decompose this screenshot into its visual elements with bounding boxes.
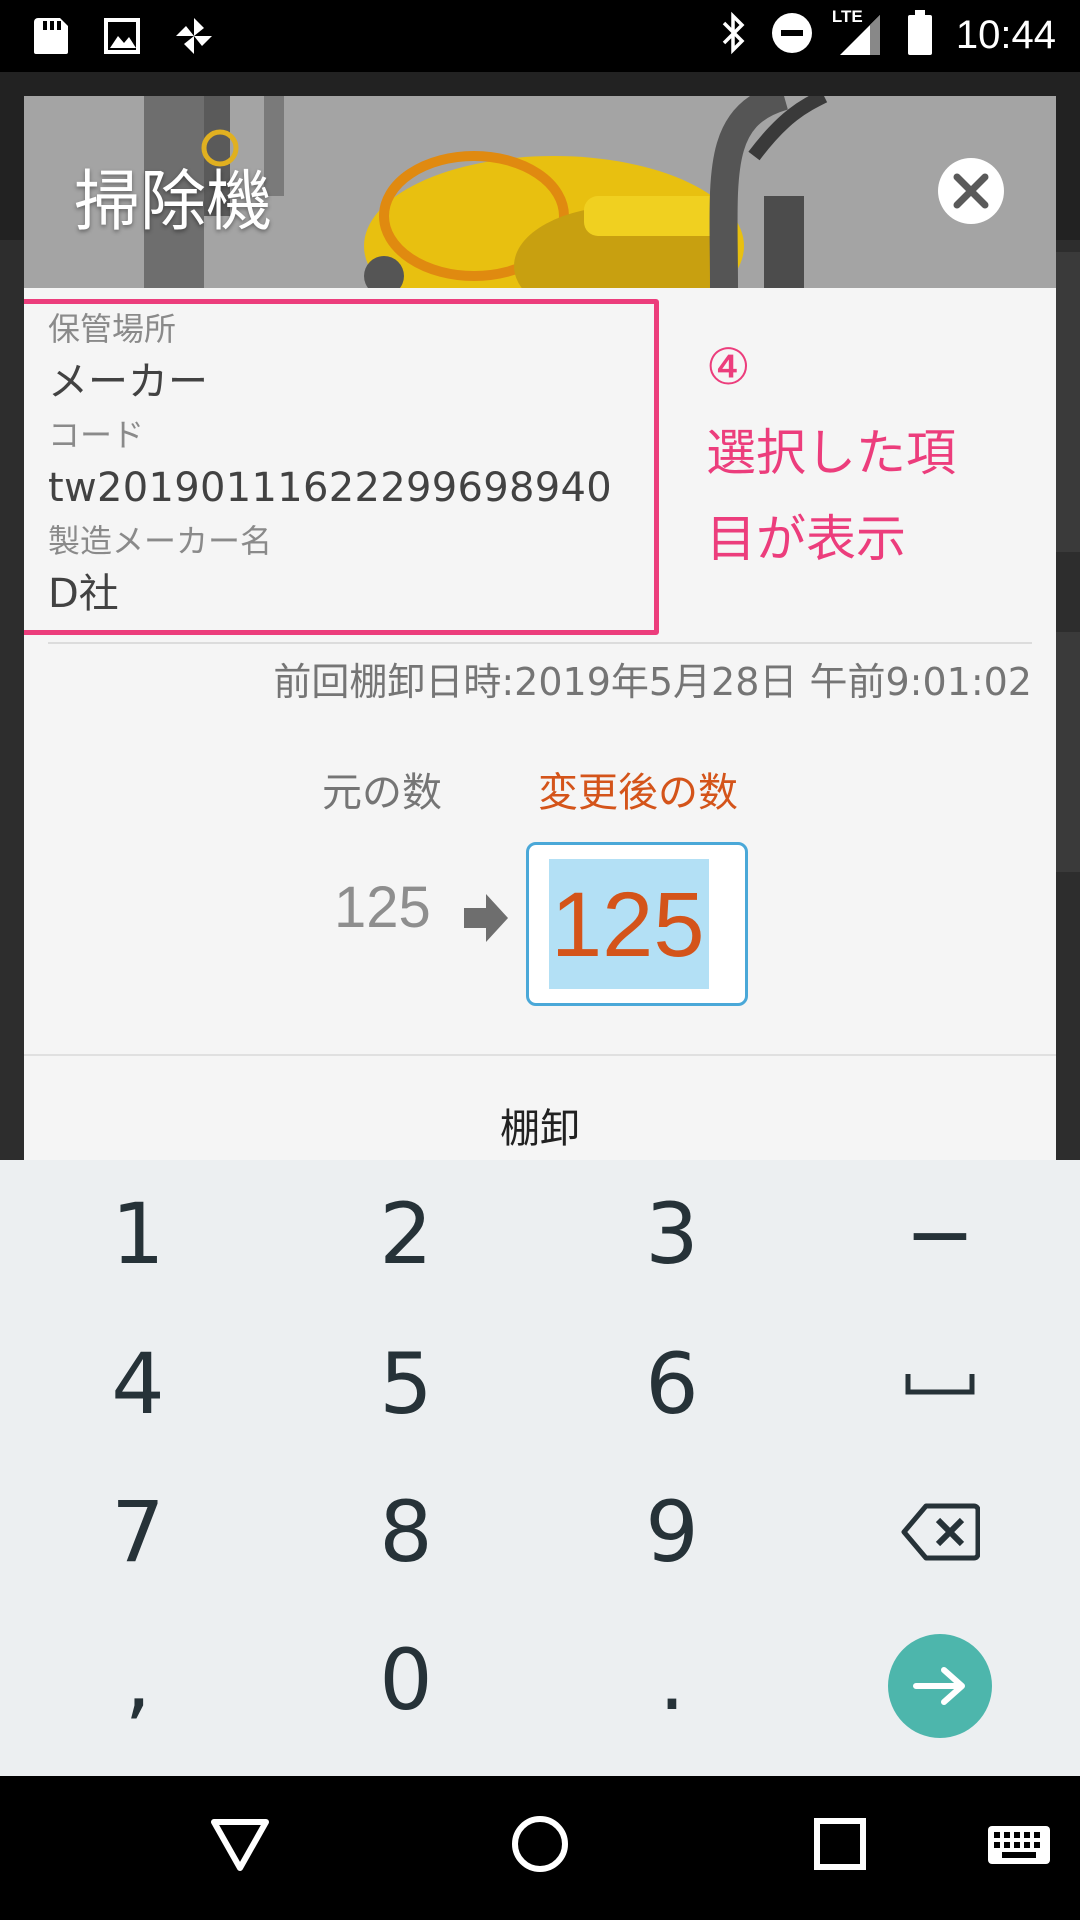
divider [48, 642, 1032, 644]
backspace-icon [901, 1503, 980, 1561]
key-2[interactable]: 2 [286, 1160, 526, 1308]
inventory-dialog: 掃除機 保管場所 メーカー コード tw20190111622299698940… [24, 96, 1056, 1160]
keyboard-icon[interactable] [986, 1824, 1052, 1870]
key-1[interactable]: 1 [18, 1160, 258, 1308]
sd-card-icon [30, 16, 72, 60]
new-count-value: 125 [551, 874, 705, 976]
key-3[interactable]: 3 [552, 1160, 792, 1308]
do-not-disturb-icon [770, 11, 814, 59]
annotation-line-1: 選択した項 [706, 424, 956, 482]
navigation-bar [0, 1776, 1080, 1920]
last-inventory-datetime: 前回棚卸日時:2019年5月28日 午前9:01:02 [273, 660, 1032, 704]
dialog-header: 掃除機 [24, 96, 1056, 288]
new-count-label: 変更後の数 [538, 770, 738, 816]
key-5[interactable]: 5 [286, 1310, 526, 1458]
key-space[interactable] [820, 1310, 1060, 1458]
arrow-right-icon [464, 894, 508, 942]
recents-icon[interactable] [812, 1814, 868, 1874]
key-comma[interactable]: , [18, 1606, 258, 1754]
annotation-text: ④ 選択した項 目が表示 [706, 324, 956, 582]
key-7[interactable]: 7 [18, 1458, 258, 1606]
network-type-label: LTE [831, 7, 863, 26]
close-icon [953, 173, 989, 209]
key-6[interactable]: 6 [552, 1310, 792, 1458]
key-period[interactable]: . [552, 1606, 792, 1754]
status-bar: LTE 10:44 [0, 0, 1080, 72]
image-icon [102, 16, 142, 60]
annotation-line-2: 目が表示 [706, 510, 906, 568]
inventory-button[interactable]: 棚卸 [24, 1096, 1056, 1154]
original-count-label: 元の数 [322, 770, 442, 816]
pinwheel-icon [172, 14, 216, 62]
enter-arrow-icon [913, 1667, 965, 1705]
divider [24, 1054, 1056, 1056]
new-count-input[interactable]: 125 [526, 842, 748, 1006]
close-button[interactable] [938, 158, 1004, 224]
annotation-number: ④ [706, 338, 751, 396]
dialog-title: 掃除機 [74, 163, 272, 240]
key-minus[interactable]: − [820, 1160, 1060, 1308]
enter-button[interactable] [888, 1634, 992, 1738]
battery-icon [906, 10, 934, 60]
home-icon[interactable] [510, 1814, 570, 1874]
annotation-highlight-box [24, 299, 659, 635]
back-icon[interactable] [210, 1814, 270, 1874]
numeric-keyboard: 1 2 3 − 4 5 6 7 8 9 , 0 . [0, 1160, 1080, 1776]
key-8[interactable]: 8 [286, 1458, 526, 1606]
original-count-value: 125 [334, 875, 431, 940]
bluetooth-icon [718, 11, 748, 59]
key-4[interactable]: 4 [18, 1310, 258, 1458]
signal-icon: LTE [832, 7, 884, 59]
key-backspace[interactable] [820, 1458, 1060, 1606]
key-0[interactable]: 0 [286, 1606, 526, 1754]
space-icon [905, 1374, 975, 1395]
key-9[interactable]: 9 [552, 1458, 792, 1606]
clock: 10:44 [955, 12, 1056, 57]
